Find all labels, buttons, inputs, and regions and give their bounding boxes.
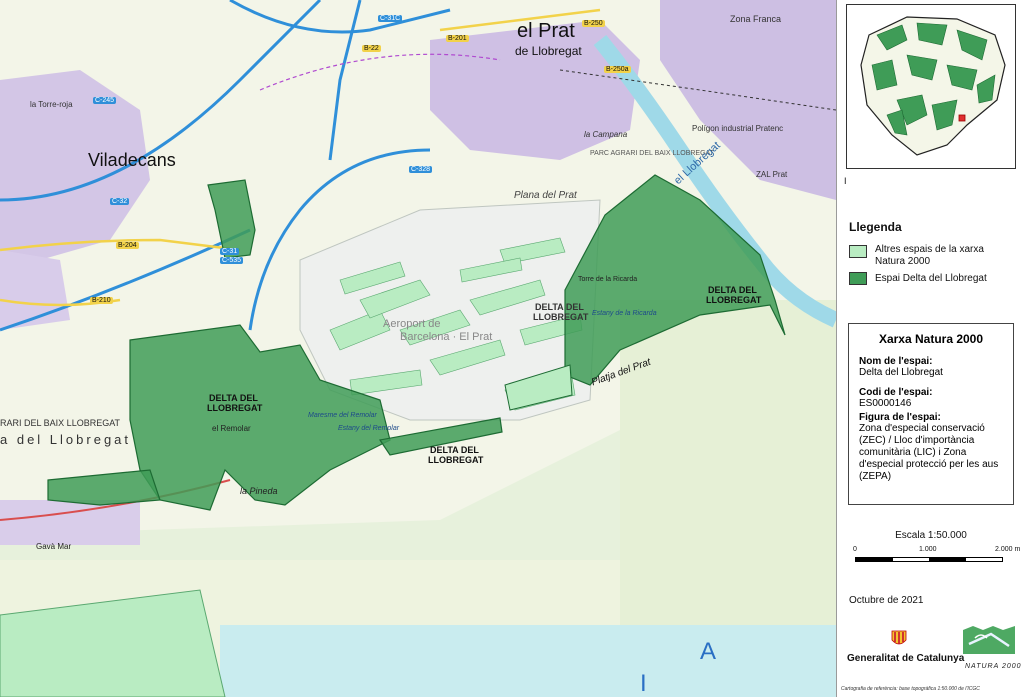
label-sea-a: A <box>700 638 717 665</box>
info-code-value: ES0000146 <box>859 398 912 409</box>
road-shield-c-535: C-535 <box>220 257 244 264</box>
map-date: Octubre de 2021 <box>849 595 924 606</box>
credit-text: Cartografia de referència: base topogràf… <box>841 686 980 692</box>
label-delta-4b: LLOBREGAT <box>428 455 484 465</box>
generalitat-logo-icon <box>891 630 907 648</box>
label-aeroport: Aeroport de <box>383 318 441 330</box>
info-name-key: Nom de l'espai: <box>859 356 933 367</box>
legend-label-other: Altres espais de la xarxa Natura 2000 <box>875 244 984 267</box>
road-shield-b-250: B-250 <box>582 20 605 27</box>
label-aeroport-2: Barcelona · El Prat <box>400 331 493 343</box>
label-poligon-pratenc: Polígon industrial Pratenc <box>692 124 784 133</box>
label-delta-4: DELTA DEL <box>430 445 479 455</box>
label-viladecans: Viladecans <box>88 150 176 170</box>
label-torre-ricarda: Torre de la Ricarda <box>578 276 638 283</box>
label-delta-1: DELTA DEL <box>535 302 584 312</box>
generalitat-text: Generalitat de Catalunya <box>847 653 965 664</box>
road-shield-b-210: B-210 <box>90 297 113 304</box>
inset-catalonia-graphic <box>860 16 1006 156</box>
label-plana-prat: Plana del Prat <box>514 190 577 201</box>
legend-swatch-delta <box>849 272 867 285</box>
road-shield-c-328: C-328 <box>409 166 433 173</box>
label-zal-prat: ZAL Prat <box>756 170 788 179</box>
legend-title: Llegenda <box>849 220 902 234</box>
info-name-value: Delta del Llobregat <box>859 367 943 378</box>
road-shield-c-31: C-31 <box>220 248 240 255</box>
sea-deep <box>220 625 836 697</box>
urban-gava-mar <box>0 500 140 545</box>
label-delta-west: a del Llobregat <box>0 432 132 447</box>
inset-map <box>846 4 1016 169</box>
road-shield-c-245: C-245 <box>93 97 117 104</box>
info-figure-key: Figura de l'espai: <box>859 412 941 423</box>
road-shield-c-31c: C-31C <box>378 15 403 22</box>
info-title: Xarxa Natura 2000 <box>878 332 984 346</box>
road-shield-c-32: C-32 <box>110 198 130 205</box>
legend-label-delta: Espai Delta del Llobregat <box>875 273 987 284</box>
label-la-pineda: la Pineda <box>240 486 278 496</box>
road-shield-b-201: B-201 <box>446 35 469 42</box>
label-sea-i: I <box>640 670 647 697</box>
scale-tick-1: 1.000 <box>919 546 937 553</box>
scale-tick-0: 0 <box>853 546 857 553</box>
label-estany-ricarda: Estany de la Ricarda <box>592 310 657 317</box>
map-canvas[interactable]: el Prat de Llobregat Viladecans Zona Fra… <box>0 0 836 697</box>
label-delta-3: DELTA DEL <box>209 393 258 403</box>
label-delta-2b: LLOBREGAT <box>706 295 762 305</box>
road-shield-b-22: B-22 <box>362 45 381 52</box>
scale-tick-2: 2.000 m <box>995 546 1021 553</box>
info-box: Xarxa Natura 2000 Nom de l'espai: Delta … <box>848 323 1014 505</box>
inset-scale-mark: I <box>844 176 847 186</box>
label-elprat: el Prat <box>517 20 575 42</box>
label-delta-2: DELTA DEL <box>708 285 757 295</box>
scale-bar <box>855 557 1003 562</box>
legend-panel: I Llegenda Altres espais de la xarxa Nat… <box>836 0 1024 697</box>
label-delta-3b: LLOBREGAT <box>207 403 263 413</box>
info-figure-value: Zona d'especial conservació (ZEC) / Lloc… <box>859 423 999 482</box>
natura-2000-text: NATURA 2000 <box>965 663 1022 670</box>
label-delta-1b: LLOBREGAT <box>533 312 589 322</box>
legend-swatch-other <box>849 245 867 258</box>
road-shield-b-250a: B-250a <box>604 66 631 73</box>
scale-title: Escala 1:50.000 <box>895 530 967 541</box>
sea-pale <box>620 300 836 630</box>
label-parc-agrari-west: RARI DEL BAIX LLOBREGAT <box>0 418 121 428</box>
label-gava-mar: Gavà Mar <box>36 542 72 551</box>
natura-2000-logo-icon <box>961 624 1017 664</box>
road-shield-b-204: B-204 <box>116 242 139 249</box>
map-graphic <box>0 0 836 697</box>
label-maresme-remolar: Maresme del Remolar <box>308 412 377 419</box>
label-torre-roja: la Torre-roja <box>30 100 73 109</box>
label-elprat-2: de Llobregat <box>515 44 582 58</box>
info-code-key: Codi de l'espai: <box>859 387 933 398</box>
label-estany-remolar: Estany del Remolar <box>338 425 400 432</box>
label-la-campana: la Campana <box>584 130 628 139</box>
label-el-remolar: el Remolar <box>212 424 251 433</box>
label-zona-franca: Zona Franca <box>730 14 782 24</box>
